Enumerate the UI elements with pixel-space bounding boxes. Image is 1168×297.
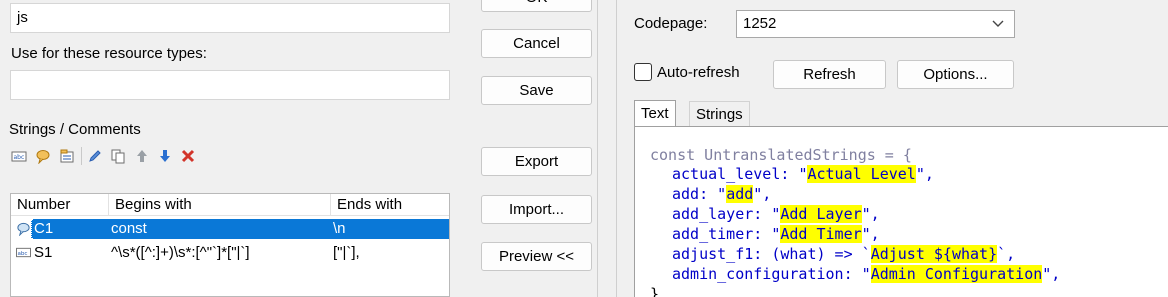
row-begins-with: const [109,219,331,239]
move-down-icon[interactable] [157,148,173,164]
export-button[interactable]: Export [481,147,592,176]
auto-refresh-checkbox[interactable] [634,63,652,81]
table-row[interactable]: abc S1 ^\s*([^:]+)\s*:[^"`]*["|`] ["|`], [11,243,449,263]
cancel-button[interactable]: Cancel [481,29,592,58]
save-button[interactable]: Save [481,76,592,105]
column-header-number[interactable]: Number [11,194,109,216]
add-string-icon[interactable]: abc [11,148,27,164]
resource-types-field[interactable] [10,70,450,100]
untranslated-string: Admin Configuration [870,265,1043,283]
add-comment-icon[interactable] [35,148,51,164]
code-preview[interactable]: const UntranslatedStrings = { actual_lev… [634,126,1168,297]
ok-button[interactable]: OK [481,0,592,12]
code-line: adjust_f1: (what) => `Adjust ${what}`, [672,245,1016,263]
codepage-dropdown[interactable]: 1252 [736,10,1015,38]
code-line: add: "add", [672,185,772,203]
untranslated-string: add [726,185,754,203]
row-number: S1 [34,244,53,261]
column-header-ends-with[interactable]: Ends with [331,194,449,216]
untranslated-string: Add Timer [780,225,862,243]
code-line: actual_level: "Actual Level", [672,165,934,183]
auto-refresh-label[interactable]: Auto-refresh [657,64,740,82]
options-button[interactable]: Options... [897,60,1014,89]
tab-strings[interactable]: Strings [689,101,750,127]
chevron-down-icon [992,20,1004,27]
import-icon[interactable] [59,148,75,164]
refresh-button[interactable]: Refresh [773,60,886,89]
svg-text:abc: abc [17,251,27,257]
codepage-label: Codepage: [634,15,708,32]
row-number: C1 [33,219,109,239]
pane-splitter[interactable] [597,0,617,297]
table-header: Number Begins with Ends with [11,194,449,216]
row-ends-with: \n [331,219,449,239]
code-line: admin_configuration: "Admin Configuratio… [672,265,1061,283]
untranslated-string: Adjust ${what} [870,245,998,263]
tab-text[interactable]: Text [634,100,676,127]
comment-icon [17,222,30,236]
delete-icon[interactable] [180,148,196,164]
untranslated-string: Actual Level [807,165,916,183]
row-ends-with: ["|`], [333,244,360,261]
codepage-value: 1252 [743,15,777,32]
untranslated-string: Add Layer [780,205,862,223]
import-button[interactable]: Import... [481,195,592,224]
edit-icon[interactable] [87,148,103,164]
column-header-begins-with[interactable]: Begins with [109,194,331,216]
strings-comments-label: Strings / Comments [9,121,141,138]
preview-button[interactable]: Preview << [481,242,592,271]
toolbar-separator [81,147,82,165]
code-line-0: const UntranslatedStrings = { [650,146,912,164]
resource-types-label: Use for these resource types: [11,45,207,62]
code-line: add_layer: "Add Layer", [672,205,880,223]
copy-icon[interactable] [110,148,126,164]
svg-text:abc: abc [14,154,25,161]
move-up-icon[interactable] [134,148,150,164]
table-row[interactable]: C1 const \n [11,219,449,239]
code-line: add_timer: "Add Timer", [672,225,880,243]
string-icon: abc [16,247,31,258]
code-line-last: } [650,285,660,297]
row-begins-with: ^\s*([^:]+)\s*:[^"`]*["|`] [111,244,250,261]
name-field[interactable]: js [10,3,450,33]
strings-comments-table[interactable]: Number Begins with Ends with C1 const \n… [10,193,450,297]
